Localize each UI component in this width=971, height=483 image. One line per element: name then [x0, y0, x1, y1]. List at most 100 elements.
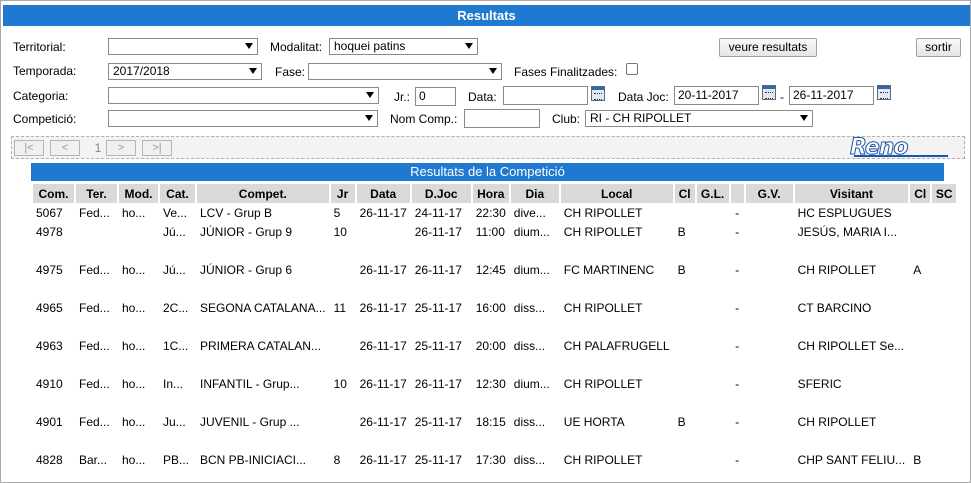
- table-cell: UE HORTA: [563, 415, 625, 429]
- table-cell: [932, 298, 956, 336]
- table-row[interactable]: 4963 Fed... ho... 1C... PRIMERA CATALAN... 26…: [33, 336, 956, 374]
- table-cell: [746, 298, 793, 336]
- table-cell: 24-11-17: [414, 206, 462, 220]
- table-row[interactable]: 4978 Jú... JÚNIOR - Grup 9 10 26-11-17 11:00 d…: [33, 222, 956, 260]
- table-cell: [357, 222, 410, 260]
- page-title: Resultats: [3, 5, 970, 26]
- table-cell: [746, 336, 793, 374]
- column-header: Cat.: [160, 184, 195, 203]
- veure-resultats-button[interactable]: veure resultats: [719, 38, 817, 57]
- table-cell: JÚNIOR - Grup 9: [200, 225, 293, 239]
- table-cell: [675, 374, 695, 412]
- table-cell: 26-11-17: [359, 377, 407, 391]
- table-cell: -: [735, 225, 740, 239]
- table-cell: [746, 374, 793, 412]
- table-cell: [932, 336, 956, 374]
- column-header: Visitant: [794, 184, 909, 203]
- nom-comp-label: Nom Comp.:: [390, 112, 458, 126]
- table-cell: CH RIPOLLET: [563, 301, 643, 315]
- column-header: Compet.: [197, 184, 329, 203]
- prev-page-button[interactable]: <: [50, 140, 80, 156]
- club-label: Club:: [552, 112, 581, 126]
- table-cell: 4828: [36, 453, 63, 467]
- nom-comp-input[interactable]: [464, 109, 540, 128]
- table-cell: In...: [163, 377, 184, 391]
- table-row[interactable]: 4901 Fed... ho... Ju... JUVENIL - Grup ... 26…: [33, 412, 956, 450]
- chevron-down-icon: [366, 92, 374, 98]
- table-cell: 10: [333, 377, 347, 391]
- column-header: Com.: [33, 184, 74, 203]
- chevron-down-icon: [365, 115, 373, 121]
- table-cell: B: [677, 225, 686, 239]
- next-page-button[interactable]: >: [106, 140, 136, 156]
- table-cell: [697, 260, 729, 298]
- jr-input[interactable]: 0: [415, 87, 456, 106]
- table-cell: JUVENIL - Grup ...: [200, 415, 300, 429]
- table-cell: JESÚS, MARIA I...: [797, 225, 897, 239]
- table-cell: -: [735, 453, 740, 467]
- table-cell: [932, 222, 956, 260]
- fase-select[interactable]: [308, 63, 502, 80]
- data-input[interactable]: [503, 86, 588, 105]
- table-cell: B: [677, 263, 686, 277]
- table-header-row: Com. Ter. Mod. Cat. Compet. Jr Data D.Joc Hora Di…: [33, 184, 957, 203]
- territorial-select[interactable]: [108, 38, 258, 55]
- column-header: G.V.: [745, 184, 793, 203]
- table-cell: 4901: [36, 415, 63, 429]
- table-cell: Ju...: [163, 415, 186, 429]
- first-page-button[interactable]: |<: [14, 140, 44, 156]
- table-cell: [910, 374, 930, 412]
- table-cell: 12:45: [475, 263, 506, 277]
- table-row[interactable]: 4910 Fed... ho... In... INFANTIL - Grup... 10…: [33, 374, 956, 412]
- table-cell: CH RIPOLLET: [563, 377, 643, 391]
- table-row[interactable]: 4975 Fed... ho... Jú... JÚNIOR - Grup 6 26-11…: [33, 260, 956, 298]
- data-joc-to-input[interactable]: 26-11-2017: [789, 86, 874, 105]
- fase-label: Fase:: [275, 65, 306, 79]
- table-cell: 18:15: [475, 415, 506, 429]
- sortir-button[interactable]: sortir: [916, 38, 961, 57]
- fases-finalitzades-checkbox[interactable]: [626, 63, 638, 75]
- column-header: G.L.: [696, 184, 729, 203]
- table-cell: 25-11-17: [414, 453, 462, 467]
- chevron-down-icon: [249, 68, 257, 74]
- table-cell: INFANTIL - Grup...: [200, 377, 300, 391]
- table-cell: 26-11-17: [359, 206, 407, 220]
- table-row[interactable]: 5067 Fed... ho... Ve... LCV - Grup B 5 26-11-1…: [33, 203, 956, 222]
- last-page-button[interactable]: >|: [142, 140, 172, 156]
- table-cell: 5067: [36, 206, 63, 220]
- table-cell: 22:30: [475, 206, 506, 220]
- categoria-select[interactable]: [108, 87, 379, 104]
- table-cell: [910, 336, 930, 374]
- table-cell: [119, 222, 158, 260]
- table-cell: Fed...: [79, 415, 110, 429]
- table-cell: Ve...: [163, 206, 188, 220]
- club-select[interactable]: RI - CH RIPOLLET: [585, 110, 813, 127]
- column-header: Hora: [472, 184, 509, 203]
- table-cell: [697, 298, 729, 336]
- calendar-icon[interactable]: [877, 85, 891, 100]
- table-cell: [675, 203, 695, 222]
- jr-label: Jr.:: [394, 90, 411, 104]
- table-row[interactable]: 4828 Bar... ho... PB... BCN PB-INICIACI... 8 2…: [33, 450, 956, 483]
- modalitat-select[interactable]: hoquei patins: [329, 38, 478, 55]
- calendar-icon[interactable]: [591, 86, 605, 101]
- categoria-label: Categoria:: [13, 89, 69, 103]
- table-cell: [697, 222, 729, 260]
- table-cell: B: [913, 453, 922, 467]
- table-cell: [910, 203, 930, 222]
- calendar-icon[interactable]: [762, 85, 776, 100]
- table-cell: [331, 260, 355, 298]
- date-range-separator: -: [780, 90, 784, 104]
- table-cell: LCV - Grup B: [200, 206, 273, 220]
- table-cell: SFERIC: [797, 377, 842, 391]
- table-cell: diss...: [513, 415, 546, 429]
- temporada-select[interactable]: 2017/2018: [108, 63, 262, 80]
- table-cell: 4978: [36, 225, 63, 239]
- data-joc-from-input[interactable]: 20-11-2017: [674, 86, 759, 105]
- chevron-down-icon: [245, 43, 253, 49]
- table-cell: SEGONA CATALANA...: [200, 301, 326, 315]
- table-cell: Fed...: [79, 263, 110, 277]
- table-row[interactable]: 4965 Fed... ho... 2C... SEGONA CATALANA... 11…: [33, 298, 956, 336]
- table-cell: [910, 298, 930, 336]
- competicio-select[interactable]: [108, 110, 378, 127]
